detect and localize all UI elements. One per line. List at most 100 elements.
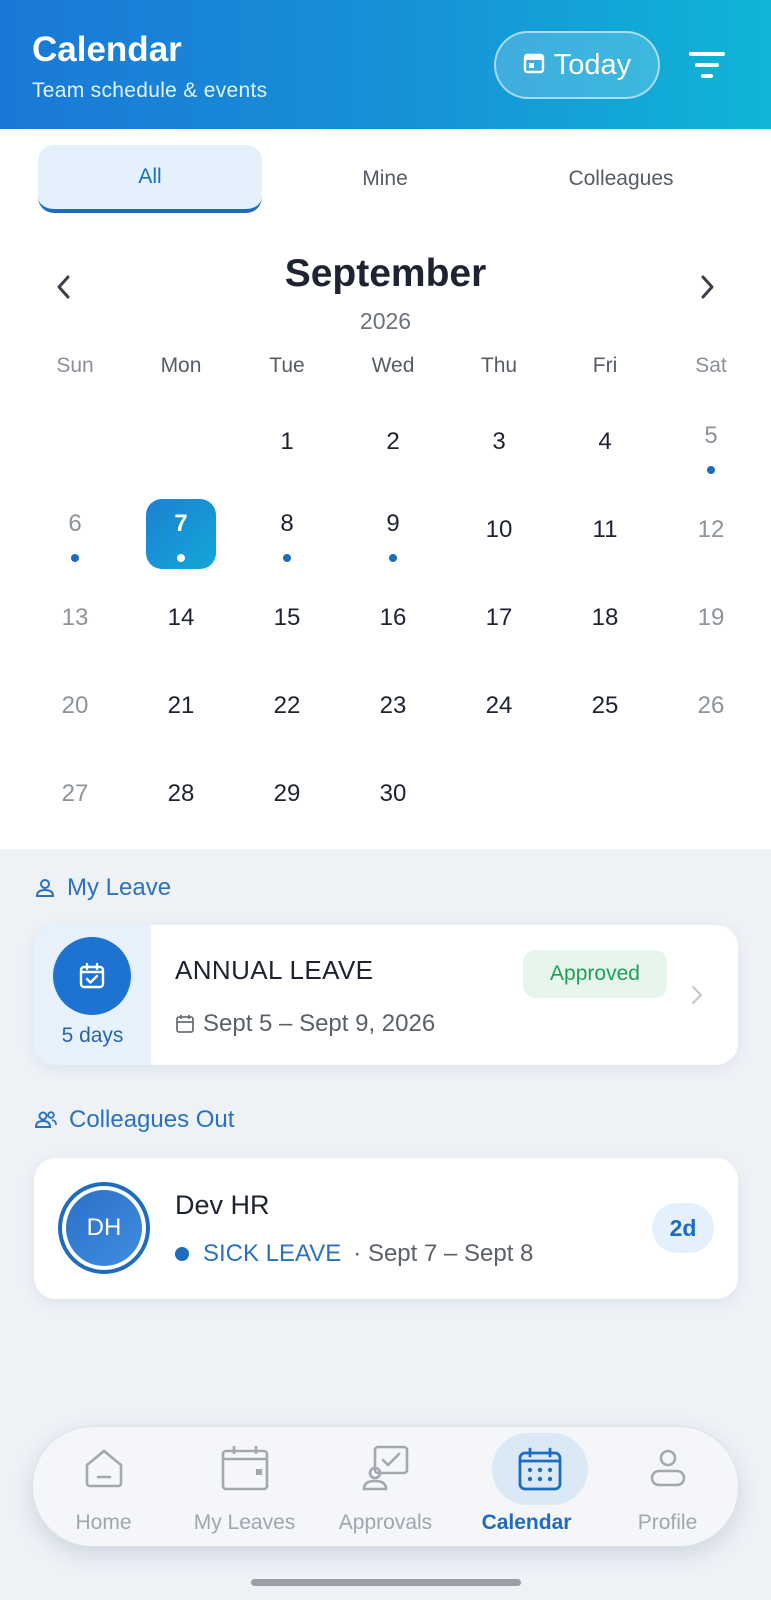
page-subtitle: Team schedule & events bbox=[32, 79, 268, 102]
calendar-day[interactable]: 1 bbox=[252, 411, 322, 481]
colleague-leave-dates: · Sept 7 – Sept 8 bbox=[353, 1240, 534, 1267]
day-number: 15 bbox=[273, 604, 301, 631]
leave-card[interactable]: 5 days ANNUAL LEAVE Approved Sept 5 – Se… bbox=[34, 925, 738, 1065]
calendar-day[interactable]: 17 bbox=[464, 587, 534, 657]
day-number: 14 bbox=[167, 604, 195, 631]
calendar-day[interactable]: 13 bbox=[40, 587, 110, 657]
calendar-day[interactable]: 4 bbox=[570, 411, 640, 481]
calendar-icon bbox=[492, 1433, 588, 1505]
event-dot bbox=[707, 466, 715, 474]
calendar-day[interactable]: 10 bbox=[464, 499, 534, 569]
weekday-label: Wed bbox=[371, 354, 415, 377]
nav-calendar-label: Calendar bbox=[481, 1511, 572, 1534]
leave-duration: 5 days bbox=[61, 1024, 124, 1047]
calendar-day[interactable]: 27 bbox=[40, 763, 110, 833]
calendar-day[interactable]: 5 bbox=[676, 411, 746, 481]
calendar-day[interactable]: 3 bbox=[464, 411, 534, 481]
calendar-small-icon bbox=[176, 1015, 194, 1033]
next-month-button[interactable] bbox=[692, 272, 722, 302]
calendar-day[interactable]: 23 bbox=[358, 675, 428, 745]
calendar-day[interactable]: 6 bbox=[40, 499, 110, 569]
today-label: Today bbox=[553, 48, 632, 81]
filter-icon[interactable] bbox=[686, 46, 730, 84]
weekday-label: Thu bbox=[480, 354, 518, 377]
colleague-card[interactable]: DH Dev HR SICK LEAVE · Sept 7 – Sept 8 2… bbox=[34, 1158, 738, 1299]
leave-dates-text: Sept 5 – Sept 9, 2026 bbox=[203, 1010, 436, 1037]
calendar-day[interactable]: 11 bbox=[570, 499, 640, 569]
avatar-initials: DH bbox=[66, 1190, 142, 1266]
colleague-name: Dev HR bbox=[175, 1190, 270, 1220]
day-number: 11 bbox=[592, 516, 618, 543]
home-icon bbox=[79, 1443, 129, 1493]
day-number: 4 bbox=[598, 428, 612, 455]
day-number: 3 bbox=[492, 428, 506, 455]
calendar-day[interactable]: 12 bbox=[676, 499, 746, 569]
nav-my-leaves[interactable]: My Leaves bbox=[174, 1427, 315, 1548]
chevron-right-icon bbox=[689, 983, 705, 1007]
leave-type-title: ANNUAL LEAVE bbox=[175, 955, 374, 985]
calendar-day[interactable]: 9 bbox=[358, 499, 428, 569]
approvals-icon bbox=[361, 1443, 411, 1493]
calendar-panel: All Mine Colleagues September 2026 Sun Mo… bbox=[0, 129, 771, 849]
calendar-day[interactable]: 24 bbox=[464, 675, 534, 745]
chevron-right-icon bbox=[701, 275, 714, 299]
calendar-day[interactable]: 21 bbox=[146, 675, 216, 745]
calendar-today-icon bbox=[523, 49, 545, 82]
nav-profile[interactable]: Profile bbox=[597, 1427, 738, 1548]
calendar-day[interactable]: 2 bbox=[358, 411, 428, 481]
nav-calendar[interactable]: Calendar bbox=[456, 1427, 597, 1548]
today-button[interactable]: Today bbox=[494, 31, 660, 99]
calendar-day[interactable]: 19 bbox=[676, 587, 746, 657]
profile-icon bbox=[643, 1443, 693, 1493]
tab-all[interactable]: All bbox=[38, 145, 262, 213]
tab-mine[interactable]: Mine bbox=[272, 145, 498, 213]
duration-badge: 2d bbox=[652, 1203, 714, 1253]
day-number: 22 bbox=[273, 692, 301, 719]
nav-approvals[interactable]: Approvals bbox=[315, 1427, 456, 1548]
calendar-day-selected[interactable]: 7 bbox=[146, 499, 216, 569]
event-dot bbox=[283, 554, 291, 562]
avatar: DH bbox=[58, 1182, 150, 1274]
colleagues-out-label: Colleagues Out bbox=[69, 1106, 235, 1133]
home-indicator bbox=[251, 1579, 521, 1586]
tab-colleagues[interactable]: Colleagues bbox=[508, 145, 734, 213]
day-number: 2 bbox=[386, 428, 400, 455]
calendar-day[interactable]: 28 bbox=[146, 763, 216, 833]
calendar-day[interactable]: 16 bbox=[358, 587, 428, 657]
day-number: 7 bbox=[174, 510, 188, 537]
calendar-day[interactable]: 15 bbox=[252, 587, 322, 657]
event-dot bbox=[71, 554, 79, 562]
calendar-day[interactable]: 25 bbox=[570, 675, 640, 745]
my-leave-section-label: My Leave bbox=[34, 874, 171, 902]
nav-home[interactable]: Home bbox=[33, 1427, 174, 1548]
day-number: 25 bbox=[591, 692, 619, 719]
calendar-day[interactable]: 18 bbox=[570, 587, 640, 657]
day-number: 13 bbox=[61, 604, 89, 631]
people-icon bbox=[34, 1111, 57, 1128]
status-badge: Approved bbox=[523, 950, 667, 998]
day-number: 27 bbox=[61, 780, 89, 807]
nav-home-label: Home bbox=[75, 1511, 132, 1534]
day-number: 24 bbox=[485, 692, 513, 719]
day-number: 21 bbox=[167, 692, 195, 719]
calendar-day[interactable]: 22 bbox=[252, 675, 322, 745]
day-number: 10 bbox=[485, 516, 513, 543]
leave-duration-panel: 5 days bbox=[34, 925, 151, 1065]
day-number: 29 bbox=[273, 780, 301, 807]
wallet-icon bbox=[220, 1443, 270, 1493]
weekday-label: Fri bbox=[592, 354, 618, 377]
weekday-label: Sun bbox=[56, 354, 94, 377]
nav-profile-label: Profile bbox=[637, 1511, 698, 1534]
calendar-day[interactable]: 14 bbox=[146, 587, 216, 657]
nav-my-leaves-label: My Leaves bbox=[193, 1511, 296, 1534]
calendar-day[interactable]: 30 bbox=[358, 763, 428, 833]
calendar-day[interactable]: 20 bbox=[40, 675, 110, 745]
day-number: 20 bbox=[61, 692, 89, 719]
day-number: 18 bbox=[591, 604, 619, 631]
calendar-day[interactable]: 8 bbox=[252, 499, 322, 569]
calendar-day[interactable]: 29 bbox=[252, 763, 322, 833]
calendar-check-icon bbox=[53, 937, 131, 1015]
leave-date-range: Sept 5 – Sept 9, 2026 bbox=[175, 1010, 435, 1038]
day-number: 23 bbox=[379, 692, 407, 719]
calendar-day[interactable]: 26 bbox=[676, 675, 746, 745]
